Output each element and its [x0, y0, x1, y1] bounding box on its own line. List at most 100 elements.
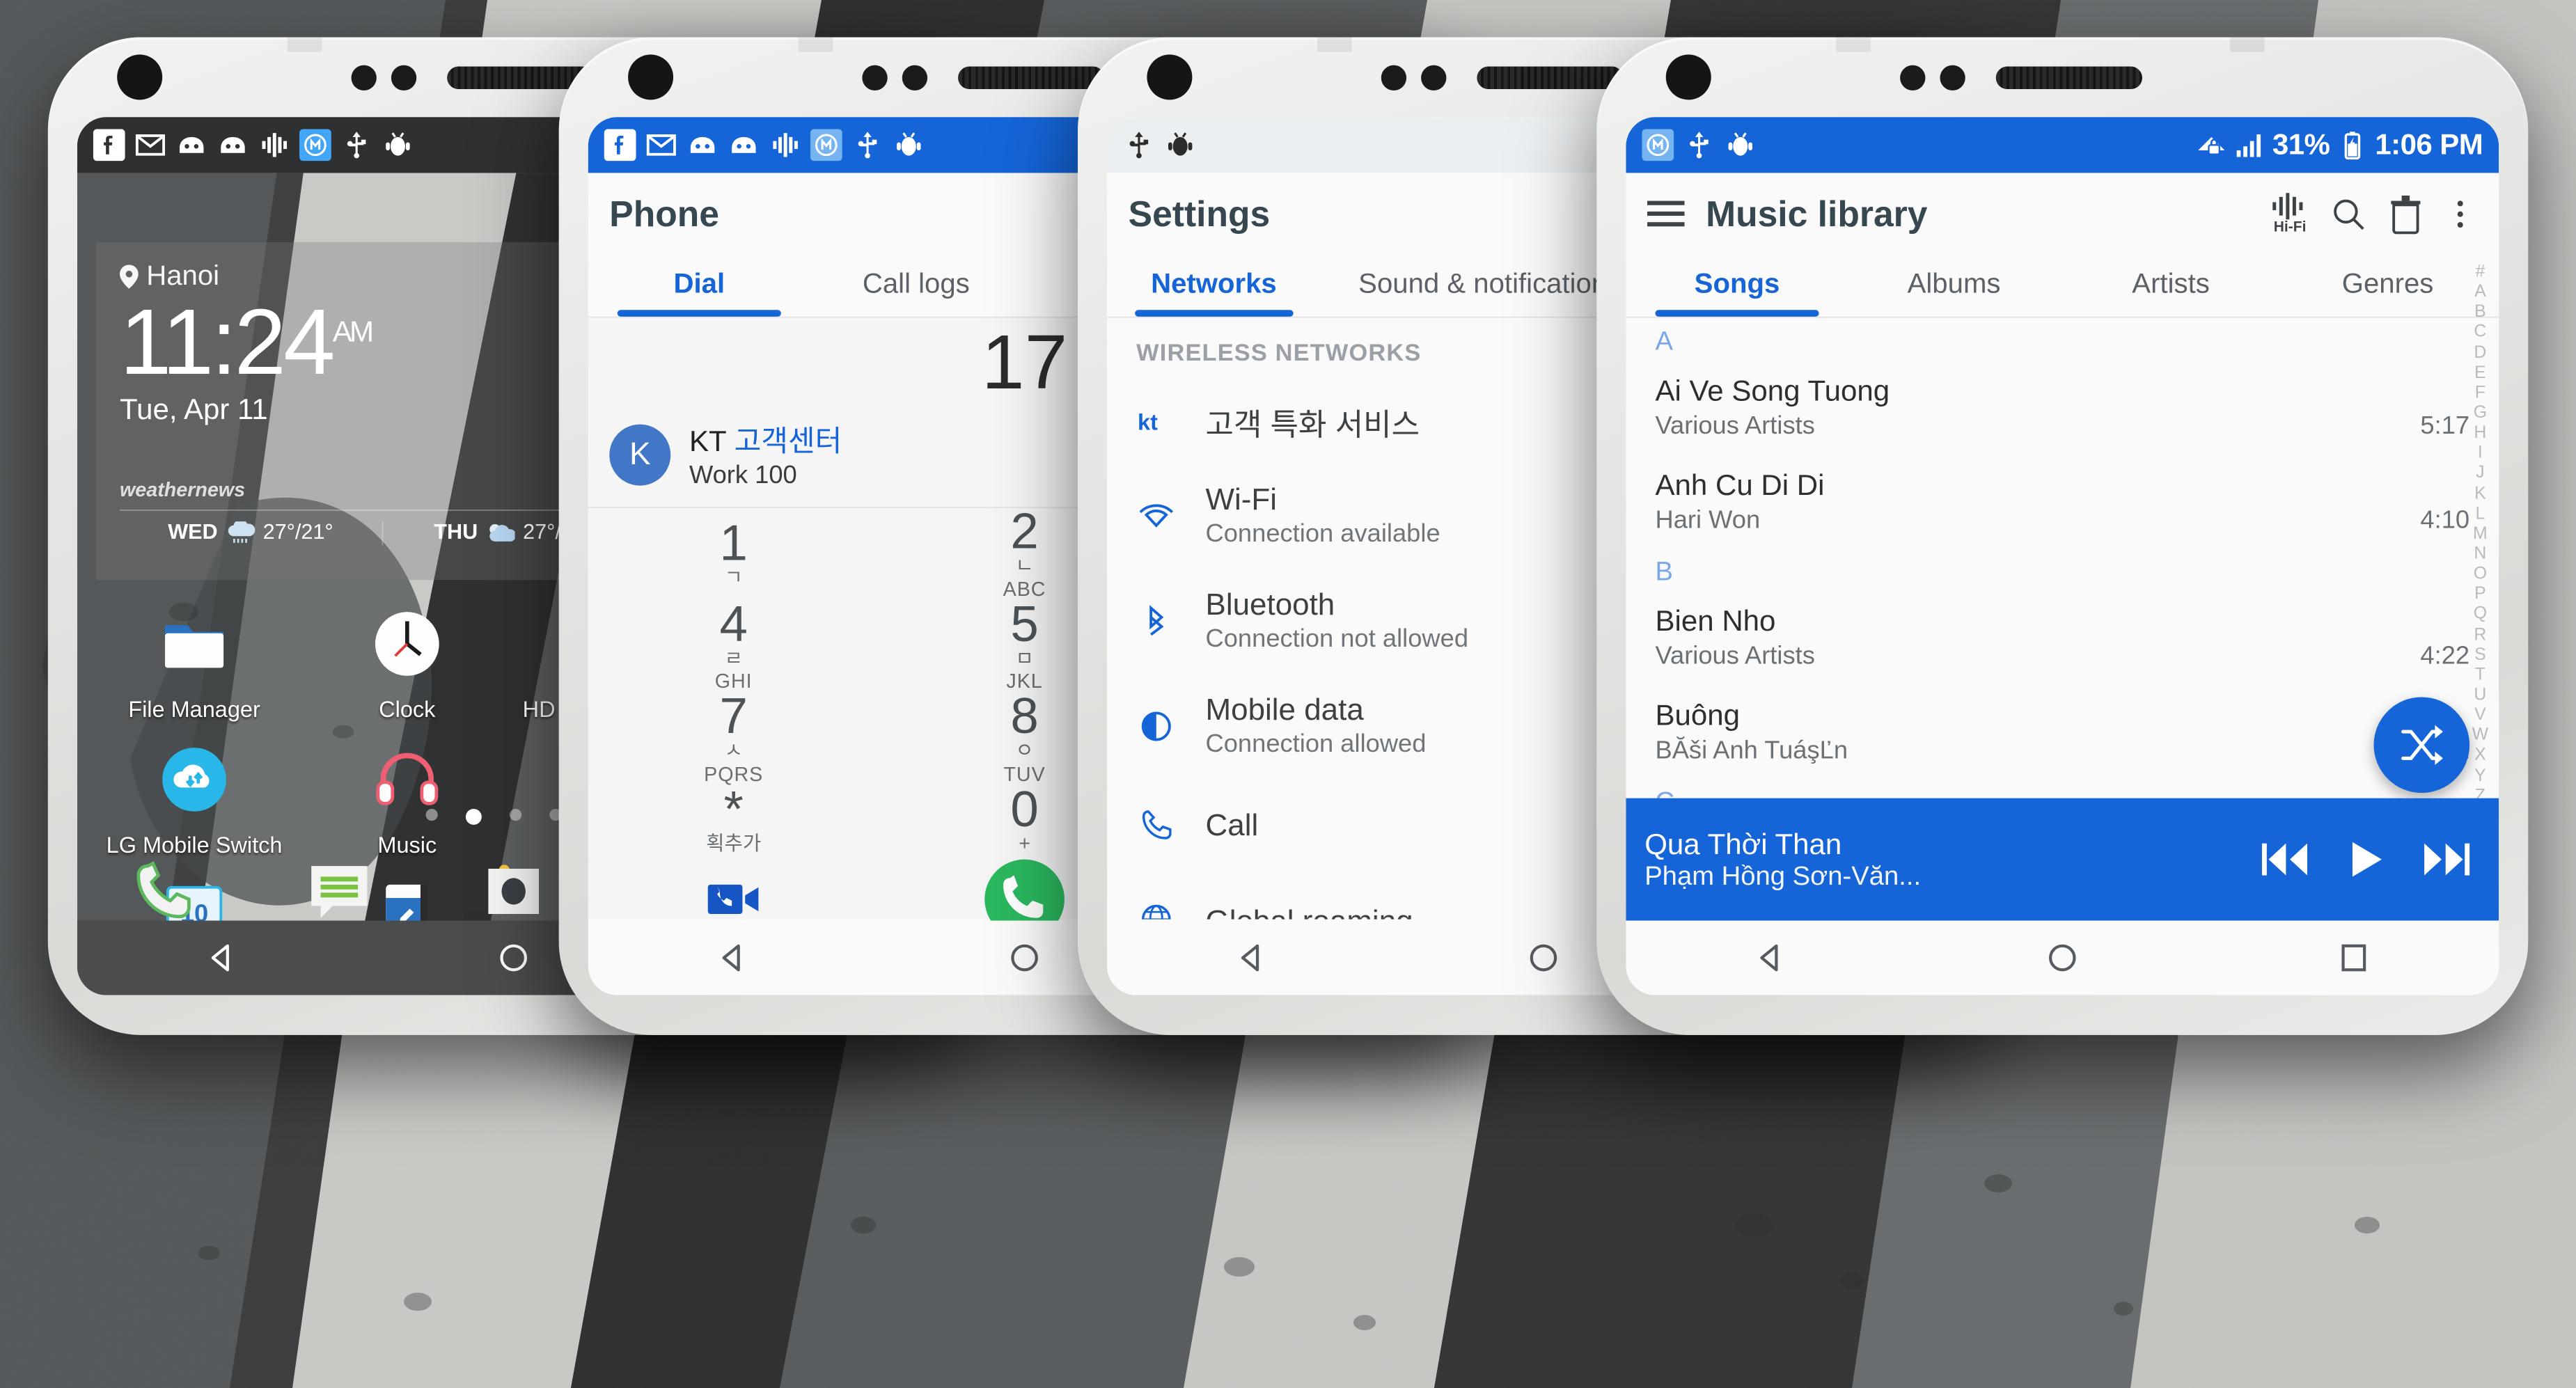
home-icon[interactable] — [494, 938, 533, 977]
back-icon[interactable] — [714, 938, 753, 977]
shuffle-fab[interactable] — [2373, 697, 2470, 794]
key-korean: ㄴ — [1015, 555, 1034, 578]
dialpad-key-4[interactable]: 4 ㄹ GHI — [588, 599, 879, 693]
dock-messages[interactable] — [252, 854, 427, 926]
alpha-index-letter[interactable]: K — [2474, 482, 2486, 503]
widget-date: Tue, Apr 11 — [120, 391, 268, 425]
dialpad-key-7[interactable]: 7 ㅅ PQRS — [588, 689, 879, 786]
home-icon[interactable] — [2043, 938, 2082, 977]
facebook-icon — [604, 129, 636, 161]
alpha-index-letter[interactable]: G — [2474, 402, 2487, 422]
skip-previous-icon[interactable] — [2259, 839, 2310, 879]
key-korean: ㅇ — [1015, 740, 1034, 763]
key-digit: 7 — [719, 689, 748, 746]
tab-genres[interactable]: Genres — [2279, 255, 2497, 317]
alpha-index-letter[interactable]: A — [2474, 281, 2486, 301]
home-icon[interactable] — [1005, 938, 1044, 977]
messages-icon — [311, 866, 368, 918]
alpha-index-letter[interactable]: W — [2472, 724, 2488, 744]
page-dot[interactable] — [425, 808, 438, 821]
alpha-index-letter[interactable]: E — [2474, 361, 2486, 381]
alpha-index-letter[interactable]: L — [2475, 503, 2485, 523]
front-camera-icon — [1665, 54, 1711, 100]
alpha-index-letter[interactable]: P — [2474, 583, 2486, 604]
key-digit: 1 — [719, 515, 748, 571]
song-list-item[interactable]: Anh Cu Di Di Hari Won 4:10 — [1626, 455, 2499, 550]
kt-logo-icon: kt — [1133, 406, 1179, 438]
back-icon[interactable] — [1752, 938, 1791, 977]
alpha-index-letter[interactable]: T — [2475, 663, 2485, 684]
alphabet-index[interactable]: #ABCDEFGHIJKLMNOPQRSTUVWXYZ? — [2467, 261, 2493, 825]
song-list-item[interactable]: Buông BĂši Anh TuáşĽn3:51 — [1626, 685, 2499, 780]
song-artist: Various Artists — [1655, 412, 1815, 441]
alpha-index-letter[interactable]: R — [2474, 623, 2486, 643]
app-icon-2 — [732, 136, 756, 153]
alpha-index-letter[interactable]: U — [2474, 684, 2486, 704]
alpha-index-letter[interactable]: M — [2473, 523, 2488, 543]
alpha-index-letter[interactable]: X — [2474, 744, 2486, 764]
back-icon[interactable] — [203, 938, 242, 977]
tab-albums[interactable]: Albums — [1846, 255, 2063, 317]
status-time: 1:06 PM — [2375, 127, 2483, 161]
song-list-item[interactable]: Ai Ve Song Tuong Various Artists 5:17 — [1626, 361, 2499, 455]
alpha-index-letter[interactable]: H — [2474, 422, 2486, 442]
page-dot[interactable] — [509, 808, 522, 821]
front-camera-icon — [628, 54, 674, 100]
vpn-key-icon — [2197, 136, 2225, 155]
page-dot-active[interactable] — [465, 808, 482, 825]
status-bar: 31% 1:06 PM — [1626, 117, 2499, 173]
usb-icon — [858, 132, 877, 159]
alpha-index-letter[interactable]: C — [2474, 321, 2486, 341]
song-list-item[interactable]: Bien Nho Various Artists 4:22 — [1626, 591, 2499, 686]
back-icon[interactable] — [1232, 938, 1272, 977]
alpha-index-letter[interactable]: Y — [2474, 764, 2486, 784]
app-lg-mobile-switch[interactable]: LG Mobile Switch — [88, 731, 301, 866]
video-call-button[interactable] — [588, 877, 879, 922]
hamburger-menu-icon[interactable] — [1647, 198, 1687, 230]
hifi-button[interactable]: Hi-Fi — [2270, 193, 2309, 235]
search-icon[interactable] — [2329, 194, 2369, 234]
song-artist: Various Artists — [1655, 642, 1815, 671]
skip-next-icon[interactable] — [2421, 839, 2472, 879]
alpha-index-letter[interactable]: B — [2474, 301, 2486, 321]
song-duration: 4:10 — [2420, 507, 2470, 535]
trash-icon[interactable] — [2387, 194, 2425, 235]
earpiece-speaker — [1995, 65, 2142, 89]
tab-songs[interactable]: Songs — [1628, 255, 1846, 317]
app-music[interactable]: Music — [301, 731, 514, 866]
alpha-index-letter[interactable]: J — [2476, 462, 2484, 482]
alpha-index-letter[interactable]: S — [2474, 643, 2486, 663]
phones-layer: 52% 11:24 AM — [0, 0, 2576, 1387]
more-vert-icon[interactable] — [2443, 197, 2478, 232]
m-badge-icon — [1642, 129, 1674, 161]
folder-icon — [164, 625, 224, 668]
tab-networks[interactable]: Networks — [1110, 255, 1318, 317]
alpha-index-letter[interactable]: O — [2474, 563, 2487, 583]
recents-icon[interactable] — [2333, 938, 2373, 977]
alpha-index-letter[interactable]: V — [2474, 704, 2486, 724]
home-icon[interactable] — [1523, 938, 1563, 977]
dialpad-key-star[interactable]: * 획추가 — [588, 784, 879, 856]
song-duration: 4:22 — [2420, 642, 2470, 671]
android-debug-icon — [1728, 132, 1752, 156]
bluetooth-icon — [1133, 604, 1179, 638]
tab-artists[interactable]: Artists — [2062, 255, 2279, 317]
key-korean: + — [1019, 833, 1030, 855]
dialpad-key-1[interactable]: 1ㄱ — [588, 508, 879, 601]
app-file-manager[interactable]: File Manager — [88, 596, 301, 731]
alpha-index-letter[interactable]: # — [2475, 261, 2485, 281]
alpha-index-letter[interactable]: F — [2475, 381, 2485, 402]
alpha-index-letter[interactable]: Q — [2474, 604, 2487, 624]
app-clock[interactable]: Clock — [301, 596, 514, 731]
tab-call-logs[interactable]: Call logs — [808, 255, 1025, 317]
mini-player[interactable]: Qua Thời Than Phạm Hồng Sơn-Văn... — [1626, 798, 2499, 921]
play-icon[interactable] — [2344, 838, 2387, 881]
front-camera-icon — [1147, 54, 1193, 100]
alpha-index-letter[interactable]: D — [2474, 341, 2486, 361]
tab-dial[interactable]: Dial — [591, 255, 808, 317]
dock-phone[interactable] — [77, 854, 252, 926]
light-sensor-icon — [1421, 64, 1447, 90]
song-section-header: A — [1655, 327, 1673, 357]
alpha-index-letter[interactable]: I — [2478, 442, 2483, 462]
alpha-index-letter[interactable]: N — [2474, 543, 2486, 563]
